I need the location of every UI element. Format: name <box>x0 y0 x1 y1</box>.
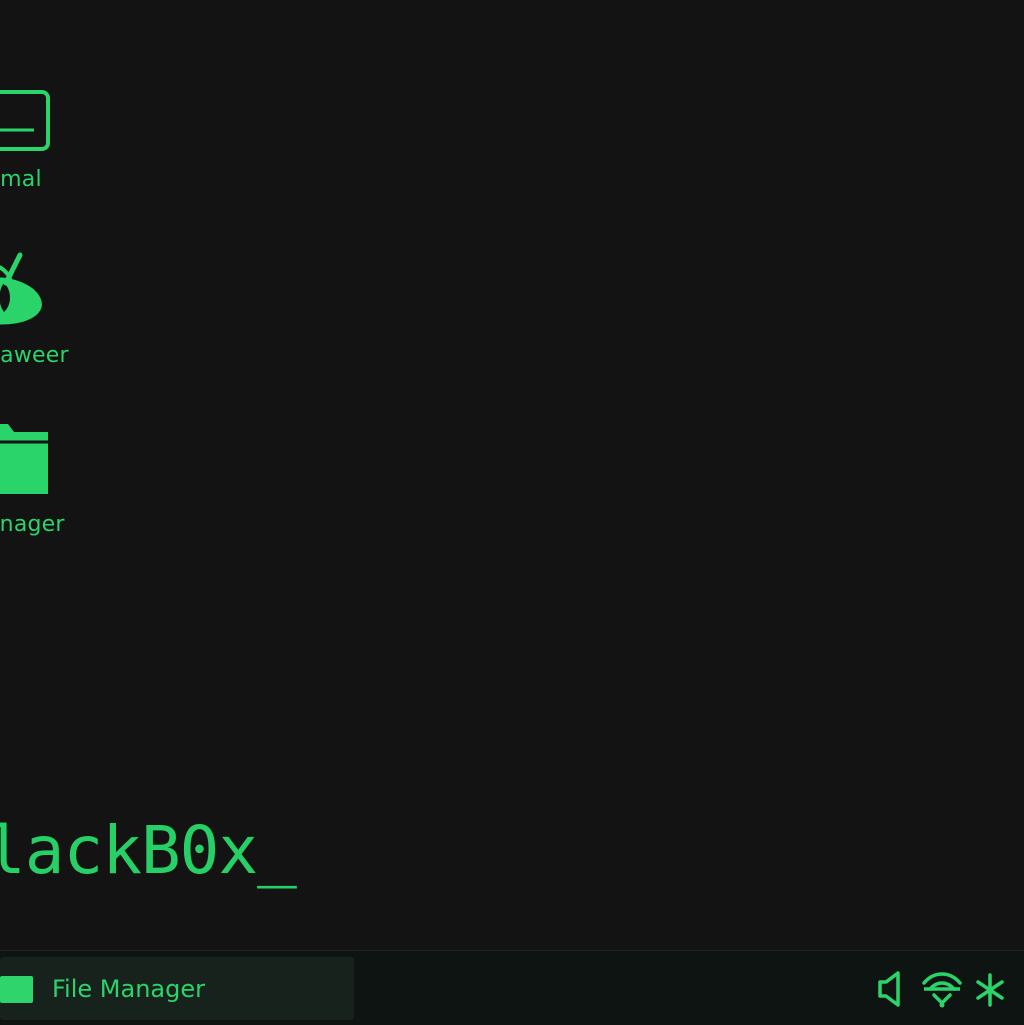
paint-icon <box>0 252 42 325</box>
desktop-icon-terminal[interactable]: umal <box>0 88 120 198</box>
terminal-icon <box>0 90 50 151</box>
brand-logo-text: lackB0x_ <box>0 812 297 889</box>
volume-icon[interactable] <box>872 967 906 1011</box>
taskbar-window-label: File Manager <box>52 975 205 1003</box>
taskbar: File Manager <box>0 950 1024 1025</box>
desktop: umal paweer anager lackB0x_ <box>0 0 1024 950</box>
desktop-icon-label: anager <box>0 512 65 537</box>
folder-icon <box>0 424 48 494</box>
bluetooth-icon[interactable] <box>974 967 1008 1011</box>
desktop-icon-file-manager[interactable]: anager <box>0 420 120 545</box>
desktop-icon-paint[interactable]: paweer <box>0 250 120 375</box>
taskbar-window-button[interactable]: File Manager <box>0 957 354 1020</box>
folder-icon <box>0 976 33 1003</box>
network-icon[interactable] <box>920 967 964 1011</box>
desktop-icon-label: umal <box>0 167 42 192</box>
desktop-icon-label: paweer <box>0 343 69 368</box>
